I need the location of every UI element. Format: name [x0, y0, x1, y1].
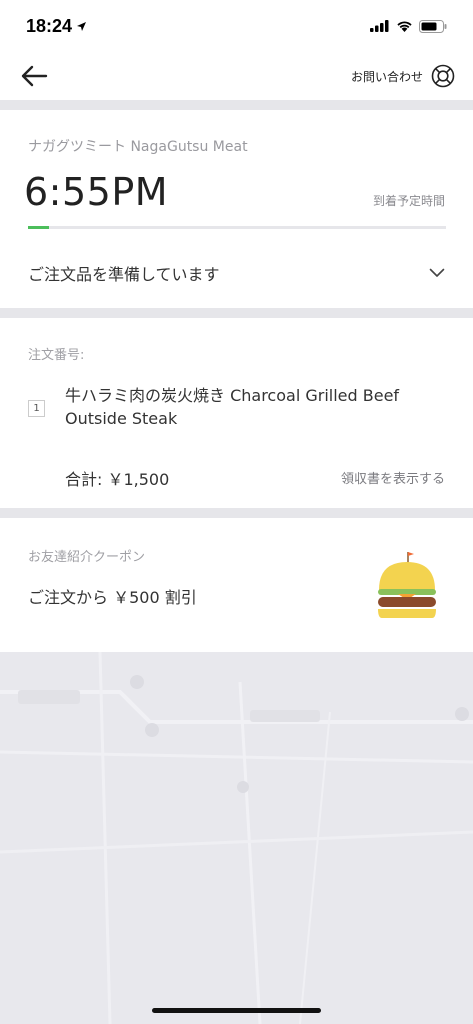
- clock-text: 18:24: [26, 15, 73, 36]
- view-receipt-link[interactable]: 領収書を表示する: [341, 468, 445, 487]
- delivery-progress-fill: [28, 226, 49, 229]
- delivery-status-card: ナガグツミート NagaGutsu Meat 6:55PM 到着予定時間 ご注文…: [0, 110, 473, 308]
- restaurant-name: ナガグツミート NagaGutsu Meat: [28, 139, 248, 155]
- order-status-row[interactable]: ご注文品を準備しています: [0, 243, 473, 303]
- location-arrow-icon: [77, 21, 87, 31]
- section-divider: [0, 100, 473, 110]
- help-button[interactable]: お問い合わせ: [351, 64, 455, 88]
- status-indicators: [370, 19, 447, 33]
- section-divider: [0, 308, 473, 318]
- eta-label: 到着予定時間: [372, 194, 445, 208]
- status-time: 18:24: [26, 16, 87, 37]
- order-number-label: 注文番号:: [28, 348, 85, 363]
- battery-icon: [419, 19, 447, 33]
- home-indicator: [152, 1008, 321, 1013]
- cellular-signal-icon: [370, 20, 389, 32]
- delivery-map[interactable]: [0, 652, 473, 1024]
- coupon-label: お友達紹介クーポン: [28, 550, 146, 565]
- back-arrow-icon[interactable]: [20, 65, 48, 87]
- item-quantity: 1: [28, 400, 45, 417]
- eta-time: 6:55PM: [24, 170, 169, 214]
- item-name: 牛ハラミ肉の炭火焼き Charcoal Grilled Beef Outside…: [65, 386, 400, 428]
- order-details-card: 注文番号: 1 牛ハラミ肉の炭火焼き Charcoal Grilled Beef…: [0, 318, 473, 508]
- order-status-text: ご注文品を準備しています: [28, 265, 220, 284]
- chevron-down-icon[interactable]: [429, 268, 445, 278]
- burger-icon: [378, 552, 436, 618]
- lifebuoy-icon: [431, 64, 455, 88]
- referral-coupon-card[interactable]: お友達紹介クーポン ご注文から ￥500 割引: [0, 518, 473, 652]
- delivery-progress-bar: [28, 226, 446, 229]
- help-label: お問い合わせ: [350, 69, 423, 84]
- map-roads: [0, 652, 473, 1024]
- coupon-text: ご注文から ￥500 割引: [28, 588, 197, 607]
- order-total: 合計: ￥1,500: [65, 470, 170, 489]
- status-bar: 18:24: [0, 0, 473, 52]
- nav-bar: お問い合わせ: [0, 52, 473, 100]
- wifi-icon: [397, 21, 412, 32]
- section-divider: [0, 508, 473, 518]
